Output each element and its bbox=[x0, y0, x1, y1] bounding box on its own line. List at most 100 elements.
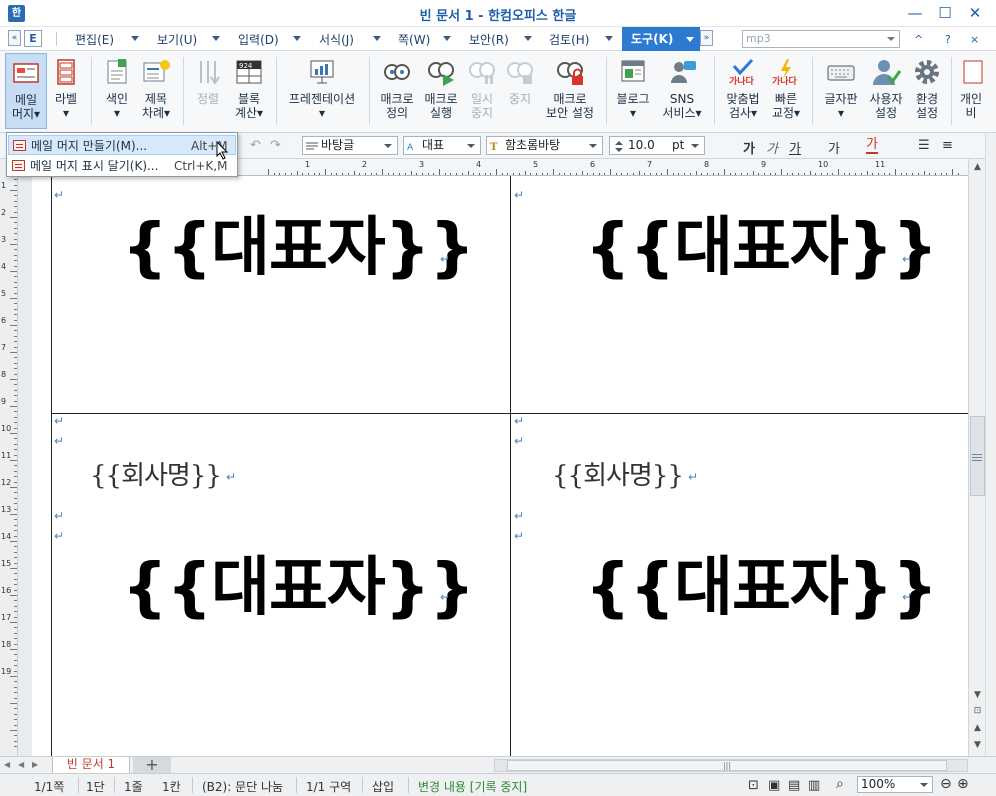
next-page-icon[interactable]: ▼ bbox=[970, 738, 985, 752]
menu-security-arrow-icon[interactable] bbox=[524, 36, 532, 41]
redo-icon[interactable]: ↷ bbox=[270, 138, 281, 153]
tab-next-icon[interactable]: ▶ bbox=[32, 760, 38, 769]
strikethrough-button[interactable]: 가 bbox=[828, 138, 840, 157]
menu-scroll-left-icon[interactable]: « bbox=[8, 30, 21, 46]
menu-insert[interactable]: 입력(D) bbox=[238, 31, 279, 48]
close-button[interactable]: ✕ bbox=[962, 3, 988, 23]
field-representative[interactable]: {{대표자}} bbox=[585, 536, 938, 628]
status-page[interactable]: 1/1쪽 bbox=[34, 778, 64, 795]
file-menu-button[interactable]: E bbox=[24, 30, 42, 47]
menu-page[interactable]: 쪽(W) bbox=[398, 31, 430, 48]
minimize-button[interactable]: — bbox=[902, 3, 928, 23]
mail-merge-button[interactable]: 메일 머지▾ bbox=[5, 53, 47, 129]
sns-button[interactable]: SNS 서비스▾ bbox=[658, 53, 706, 129]
maximize-button[interactable]: ☐ bbox=[932, 3, 958, 23]
ruler-tick bbox=[655, 173, 657, 175]
sort-button[interactable]: 정렬 bbox=[190, 53, 226, 129]
hscroll-thumb[interactable]: ||| bbox=[507, 760, 947, 771]
user-settings-button[interactable]: 사용자 설정 bbox=[866, 53, 906, 129]
zoom-select[interactable]: 100% bbox=[857, 776, 933, 793]
zoom-magnifier-icon[interactable]: ⌕ bbox=[836, 776, 844, 792]
search-input[interactable]: mp3 bbox=[742, 30, 900, 48]
undo-icon[interactable]: ↶ bbox=[250, 138, 261, 153]
field-representative[interactable]: {{대표자}} bbox=[122, 536, 475, 628]
horizontal-scrollbar[interactable]: ||| bbox=[494, 759, 968, 772]
menu-tools[interactable]: 도구(K) bbox=[622, 27, 700, 51]
font-size-select[interactable]: 10.0 pt bbox=[609, 136, 705, 155]
menu-review-arrow-icon[interactable] bbox=[605, 36, 613, 41]
view-page-icon[interactable]: ▣ bbox=[768, 778, 780, 793]
ruler-number: 15 bbox=[1, 559, 12, 568]
font-select[interactable]: T 함초롬바탕 bbox=[486, 136, 603, 155]
status-insert-mode[interactable]: 삽입 bbox=[372, 778, 394, 795]
menu-review[interactable]: 검토(H) bbox=[549, 31, 589, 48]
font-color-button[interactable]: 가 bbox=[866, 138, 878, 154]
spellcheck-button[interactable]: 가나다 맞춤법 검사▾ bbox=[721, 53, 765, 129]
scrollbar-thumb[interactable] bbox=[970, 416, 985, 496]
vertical-ruler[interactable]: 1 2 3 4 5 6 7 8 9 10 11 12 13 14 15 16 17 18 19 bbox=[0, 159, 18, 756]
field-company-name[interactable]: {{회사명}} bbox=[552, 455, 684, 492]
index-button[interactable]: 색인 ▾ bbox=[99, 53, 135, 129]
block-calc-button[interactable]: 924 블록 계산▾ bbox=[230, 53, 268, 129]
menu-view-arrow-icon[interactable] bbox=[212, 36, 220, 41]
zoom-out-icon[interactable]: ⊖ bbox=[940, 776, 952, 792]
underline-button[interactable]: 가 bbox=[789, 138, 801, 157]
style-select[interactable]: 바탕글 bbox=[302, 136, 398, 155]
horizontal-ruler[interactable]: 1 2 3 4 5 6 7 8 9 10 11 bbox=[238, 159, 968, 176]
scroll-down-icon[interactable]: ▼ bbox=[970, 688, 985, 702]
status-track-changes[interactable]: 변경 내용 [기록 중지] bbox=[418, 778, 527, 795]
menu-view[interactable]: 보기(U) bbox=[157, 31, 197, 48]
blog-button[interactable]: 블로그 ▾ bbox=[612, 53, 654, 129]
add-tab-button[interactable]: + bbox=[133, 757, 171, 774]
label-button[interactable]: 라벨 ▾ bbox=[49, 53, 83, 129]
preferences-button[interactable]: 환경 설정 bbox=[908, 53, 946, 129]
page-view-icon[interactable]: ⊡ bbox=[970, 704, 985, 718]
tab-prev-icon[interactable]: ◀ bbox=[18, 760, 24, 769]
menu-security[interactable]: 보안(R) bbox=[469, 31, 509, 48]
align-left-icon[interactable]: ≡ bbox=[942, 138, 953, 153]
view-layout-icon[interactable]: ▤ bbox=[788, 778, 800, 793]
close-document-icon[interactable]: × bbox=[970, 33, 979, 46]
help-icon[interactable]: ? bbox=[945, 33, 951, 46]
macro-pause-button[interactable]: 일시 중지 bbox=[464, 53, 500, 129]
quick-correct-button[interactable]: 가나다 빠른 교정▾ bbox=[767, 53, 805, 129]
macro-run-button[interactable]: 매크로 실행 bbox=[420, 53, 462, 129]
prev-page-icon[interactable]: ▲ bbox=[970, 721, 985, 735]
ruler-tick bbox=[872, 173, 874, 175]
bold-button[interactable]: 가 bbox=[743, 138, 755, 157]
field-representative[interactable]: {{대표자}} bbox=[585, 196, 938, 288]
keyboard-button[interactable]: 글자판 ▾ bbox=[819, 53, 863, 129]
menu-format[interactable]: 서식(J) bbox=[319, 31, 354, 48]
vertical-scrollbar[interactable]: ▲ ▼ ⊡ ▲ ▼ bbox=[968, 159, 985, 756]
ruler-number: 8 bbox=[1, 370, 7, 379]
tab-first-icon[interactable]: ◀ bbox=[4, 760, 10, 769]
menu-insert-arrow-icon[interactable] bbox=[293, 36, 301, 41]
search-dropdown-icon[interactable] bbox=[887, 37, 895, 41]
menu-edit[interactable]: 편집(E) bbox=[75, 31, 114, 48]
ruler-tick bbox=[570, 173, 572, 175]
menu-edit-arrow-icon[interactable] bbox=[131, 36, 139, 41]
macro-define-button[interactable]: 매크로 정의 bbox=[376, 53, 418, 129]
menu-scroll-right-icon[interactable]: » bbox=[700, 30, 713, 46]
menu-create-mail-merge[interactable]: 메일 머지 만들기(M)... Alt+M bbox=[8, 135, 236, 155]
menu-page-arrow-icon[interactable] bbox=[443, 36, 451, 41]
scroll-up-icon[interactable]: ▲ bbox=[970, 160, 985, 174]
zoom-in-icon[interactable]: ⊕ bbox=[957, 776, 969, 792]
field-company-name[interactable]: {{회사명}} bbox=[90, 455, 222, 492]
italic-button[interactable]: 가 bbox=[766, 138, 778, 157]
view-normal-icon[interactable]: ⊡ bbox=[748, 778, 759, 793]
menu-format-arrow-icon[interactable] bbox=[373, 36, 381, 41]
tab-document-1[interactable]: 빈 문서 1 bbox=[52, 757, 130, 774]
language-select[interactable]: A 대표 bbox=[403, 136, 481, 155]
field-representative[interactable]: {{대표자}} bbox=[122, 196, 475, 288]
toc-button[interactable]: 제목 차례▾ bbox=[137, 53, 175, 129]
macro-stop-button[interactable]: 중지 bbox=[502, 53, 538, 129]
document-page[interactable]: ↵ {{대표자}} ↵ ↵ {{대표자}} ↵ ↵ ↵ {{회사명}} ↵ ↵ … bbox=[32, 176, 968, 756]
presentation-button[interactable]: 프레젠테이션 ▾ bbox=[282, 53, 362, 129]
align-justify-icon[interactable]: ☰ bbox=[918, 138, 930, 153]
collapse-ribbon-icon[interactable]: ^ bbox=[914, 33, 923, 46]
macro-security-button[interactable]: 매크로 보안 설정 bbox=[540, 53, 600, 129]
personal-info-button[interactable]: 개인 비 bbox=[956, 53, 986, 129]
view-full-icon[interactable]: ▥ bbox=[808, 778, 820, 793]
menu-mark-mail-merge[interactable]: 메일 머지 표시 달기(K)... Ctrl+K,M bbox=[8, 156, 236, 176]
